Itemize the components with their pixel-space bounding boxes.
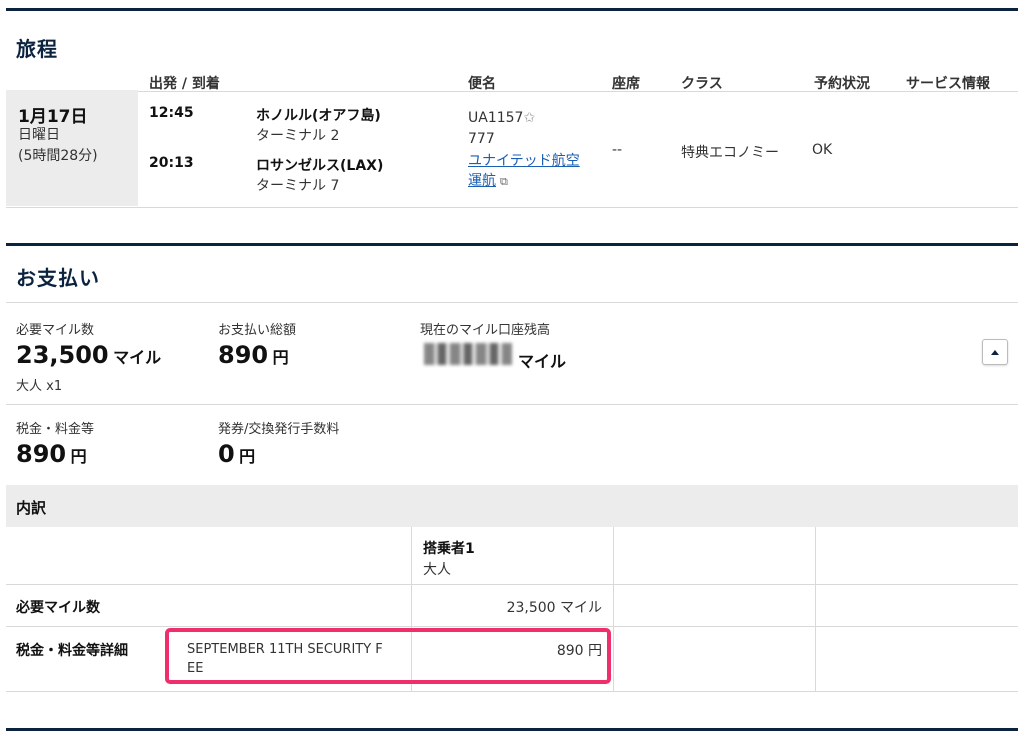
operator-link[interactable]: ユナイテッド航空 bbox=[468, 150, 580, 170]
aircraft: 777 bbox=[468, 131, 495, 147]
star-icon: ✩ bbox=[523, 110, 536, 126]
balance-value-redacted bbox=[424, 343, 512, 365]
segment-duration: (5時間28分) bbox=[18, 148, 98, 164]
required-miles-label: 必要マイル数 bbox=[16, 323, 95, 338]
total-unit: 円 bbox=[272, 348, 289, 367]
segment-weekday: 日曜日 bbox=[18, 127, 60, 143]
divider bbox=[6, 404, 1018, 405]
passenger-count: 大人 x1 bbox=[16, 379, 63, 394]
seat-value: -- bbox=[612, 142, 623, 158]
taxes-amount: 890 円 bbox=[16, 440, 87, 468]
highlight-box bbox=[165, 628, 611, 684]
fee-label: 発券/交換発行手数料 bbox=[218, 422, 340, 437]
divider bbox=[6, 302, 1018, 303]
balance-label: 現在のマイル口座残高 bbox=[420, 323, 551, 338]
flight-number-row: UA1157✩ bbox=[468, 110, 535, 126]
collapse-button[interactable] bbox=[982, 339, 1008, 365]
flight-number: UA1157 bbox=[468, 110, 524, 126]
total-value: 890 bbox=[218, 341, 269, 369]
required-miles-unit: マイル bbox=[113, 348, 162, 367]
required-miles-value: 23,500 bbox=[16, 341, 109, 369]
fee-amount: 0 円 bbox=[218, 440, 255, 468]
balance-unit: マイル bbox=[518, 352, 567, 371]
payment-title: お支払い bbox=[16, 266, 100, 290]
arrive-time: 20:13 bbox=[149, 155, 194, 171]
taxes-unit: 円 bbox=[70, 447, 87, 466]
depart-time: 12:45 bbox=[149, 105, 194, 121]
divider bbox=[6, 207, 1018, 208]
operator-link-continued[interactable]: 運航 bbox=[468, 173, 496, 189]
fee-value: 0 bbox=[218, 440, 235, 468]
depart-terminal: ターミナル 2 bbox=[256, 128, 340, 144]
caret-up-icon bbox=[991, 349, 999, 355]
class-value: 特典エコノミー bbox=[681, 145, 779, 161]
external-link-icon: ⧉ bbox=[500, 175, 508, 188]
arrive-terminal: ターミナル 7 bbox=[256, 178, 340, 194]
operator-link-row: 運航 ⧉ bbox=[468, 170, 508, 190]
status-value: OK bbox=[812, 142, 833, 158]
fee-unit: 円 bbox=[239, 447, 256, 466]
depart-city: ホノルル(オアフ島) bbox=[256, 108, 381, 124]
taxes-label: 税金・料金等 bbox=[16, 422, 95, 437]
segment-row: 1月17日 日曜日 (5時間28分) 12:45 ホノルル(オアフ島) ターミナ… bbox=[6, 90, 1018, 208]
arrive-city: ロサンゼルス(LAX) bbox=[256, 158, 384, 174]
required-miles-amount: 23,500 マイル bbox=[16, 341, 161, 369]
taxes-value: 890 bbox=[16, 440, 67, 468]
itinerary-title: 旅程 bbox=[16, 37, 58, 61]
total-label: お支払い総額 bbox=[218, 323, 297, 338]
total-amount: 890 円 bbox=[218, 341, 289, 369]
